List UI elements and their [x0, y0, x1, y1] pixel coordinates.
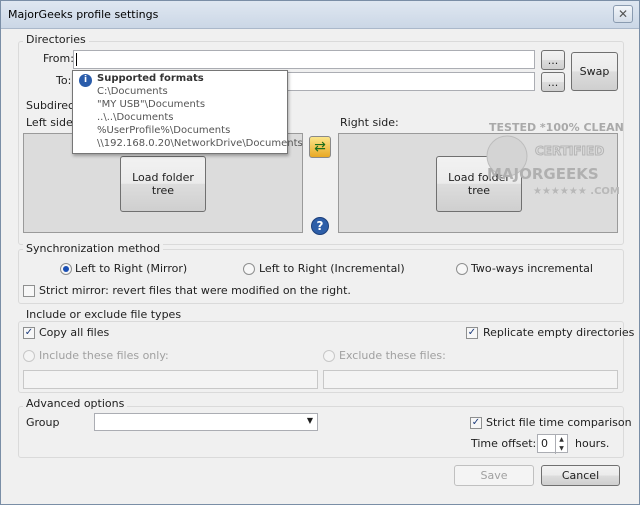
close-button[interactable]: ✕	[613, 5, 633, 23]
tooltip-line: ..\..\Documents	[97, 112, 174, 123]
filetypes-label: Include or exclude file types	[23, 308, 185, 321]
radio-two-ways-label: Two-ways incremental	[471, 262, 593, 275]
from-label: From:	[43, 52, 74, 65]
include-files-input[interactable]	[23, 370, 318, 389]
save-button[interactable]: Save	[454, 465, 534, 486]
tooltip-line: \\192.168.0.20\NetworkDrive\Documents	[97, 138, 303, 149]
radio-two-ways[interactable]	[456, 263, 468, 275]
radio-exclude[interactable]	[323, 350, 335, 362]
swap-sides-icon[interactable]: ⇄	[309, 136, 331, 158]
strict-mirror-label: Strict mirror: revert files that were mo…	[39, 284, 351, 297]
hours-label: hours.	[575, 437, 610, 450]
to-label: To:	[56, 74, 72, 87]
from-input[interactable]	[73, 50, 535, 69]
tooltip-line: "MY USB"\Documents	[97, 99, 206, 110]
radio-incremental[interactable]	[243, 263, 255, 275]
supported-formats-tooltip: i Supported formats C:\Documents "MY USB…	[72, 70, 303, 154]
copy-all-checkbox[interactable]: ✓	[23, 327, 35, 339]
svg-text:MAJORGEEKS: MAJORGEEKS	[487, 165, 599, 183]
replicate-checkbox[interactable]: ✓	[466, 327, 478, 339]
sync-label: Synchronization method	[23, 242, 164, 255]
load-left-tree-button[interactable]: Load folder tree	[120, 156, 206, 212]
tooltip-line: C:\Documents	[97, 86, 168, 97]
right-side-label: Right side:	[340, 116, 399, 129]
time-offset-spinner[interactable]: ▲ ▼	[555, 435, 567, 454]
chevron-down-icon: ▼	[306, 416, 313, 425]
radio-incremental-label: Left to Right (Incremental)	[259, 262, 405, 275]
left-side-label: Left side:	[26, 116, 77, 129]
radio-mirror-label: Left to Right (Mirror)	[75, 262, 188, 275]
radio-mirror[interactable]	[60, 263, 72, 275]
directories-label: Directories	[23, 33, 89, 46]
copy-all-label: Copy all files	[39, 326, 110, 339]
swap-button[interactable]: Swap	[571, 52, 618, 91]
exclude-files-input[interactable]	[323, 370, 618, 389]
group-label: Group	[26, 416, 60, 429]
radio-include-only[interactable]	[23, 350, 35, 362]
strict-time-label: Strict file time comparison	[486, 416, 632, 429]
help-icon[interactable]: ?	[311, 217, 329, 235]
title-bar: MajorGeeks profile settings ✕	[1, 1, 639, 29]
tooltip-title: Supported formats	[97, 73, 204, 84]
include-only-label: Include these files only:	[39, 349, 169, 362]
exclude-label: Exclude these files:	[339, 349, 446, 362]
dialog-window: MajorGeeks profile settings ✕ Directorie…	[0, 0, 640, 505]
time-offset-input[interactable]: 0 ▲ ▼	[537, 434, 568, 454]
info-icon: i	[79, 74, 92, 87]
group-dropdown[interactable]: ▼	[94, 413, 318, 431]
majorgeeks-watermark: TESTED *100% CLEAN CERTIFIED MAJORGEEKS …	[485, 116, 625, 202]
tooltip-line: %UserProfile%\Documents	[97, 125, 231, 136]
cancel-button[interactable]: Cancel	[541, 465, 620, 486]
svg-text:★★★★★★ .COM: ★★★★★★ .COM	[533, 186, 620, 197]
from-browse-button[interactable]: ...	[541, 50, 565, 70]
time-offset-label: Time offset:	[471, 437, 537, 450]
replicate-label: Replicate empty directories	[483, 326, 635, 339]
strict-mirror-checkbox[interactable]	[23, 285, 35, 297]
svg-text:CERTIFIED: CERTIFIED	[535, 144, 604, 158]
svg-text:TESTED *100% CLEAN: TESTED *100% CLEAN	[489, 121, 624, 134]
window-title: MajorGeeks profile settings	[8, 8, 159, 21]
strict-time-checkbox[interactable]: ✓	[470, 417, 482, 429]
to-browse-button[interactable]: ...	[541, 72, 565, 92]
advanced-label: Advanced options	[23, 397, 128, 410]
